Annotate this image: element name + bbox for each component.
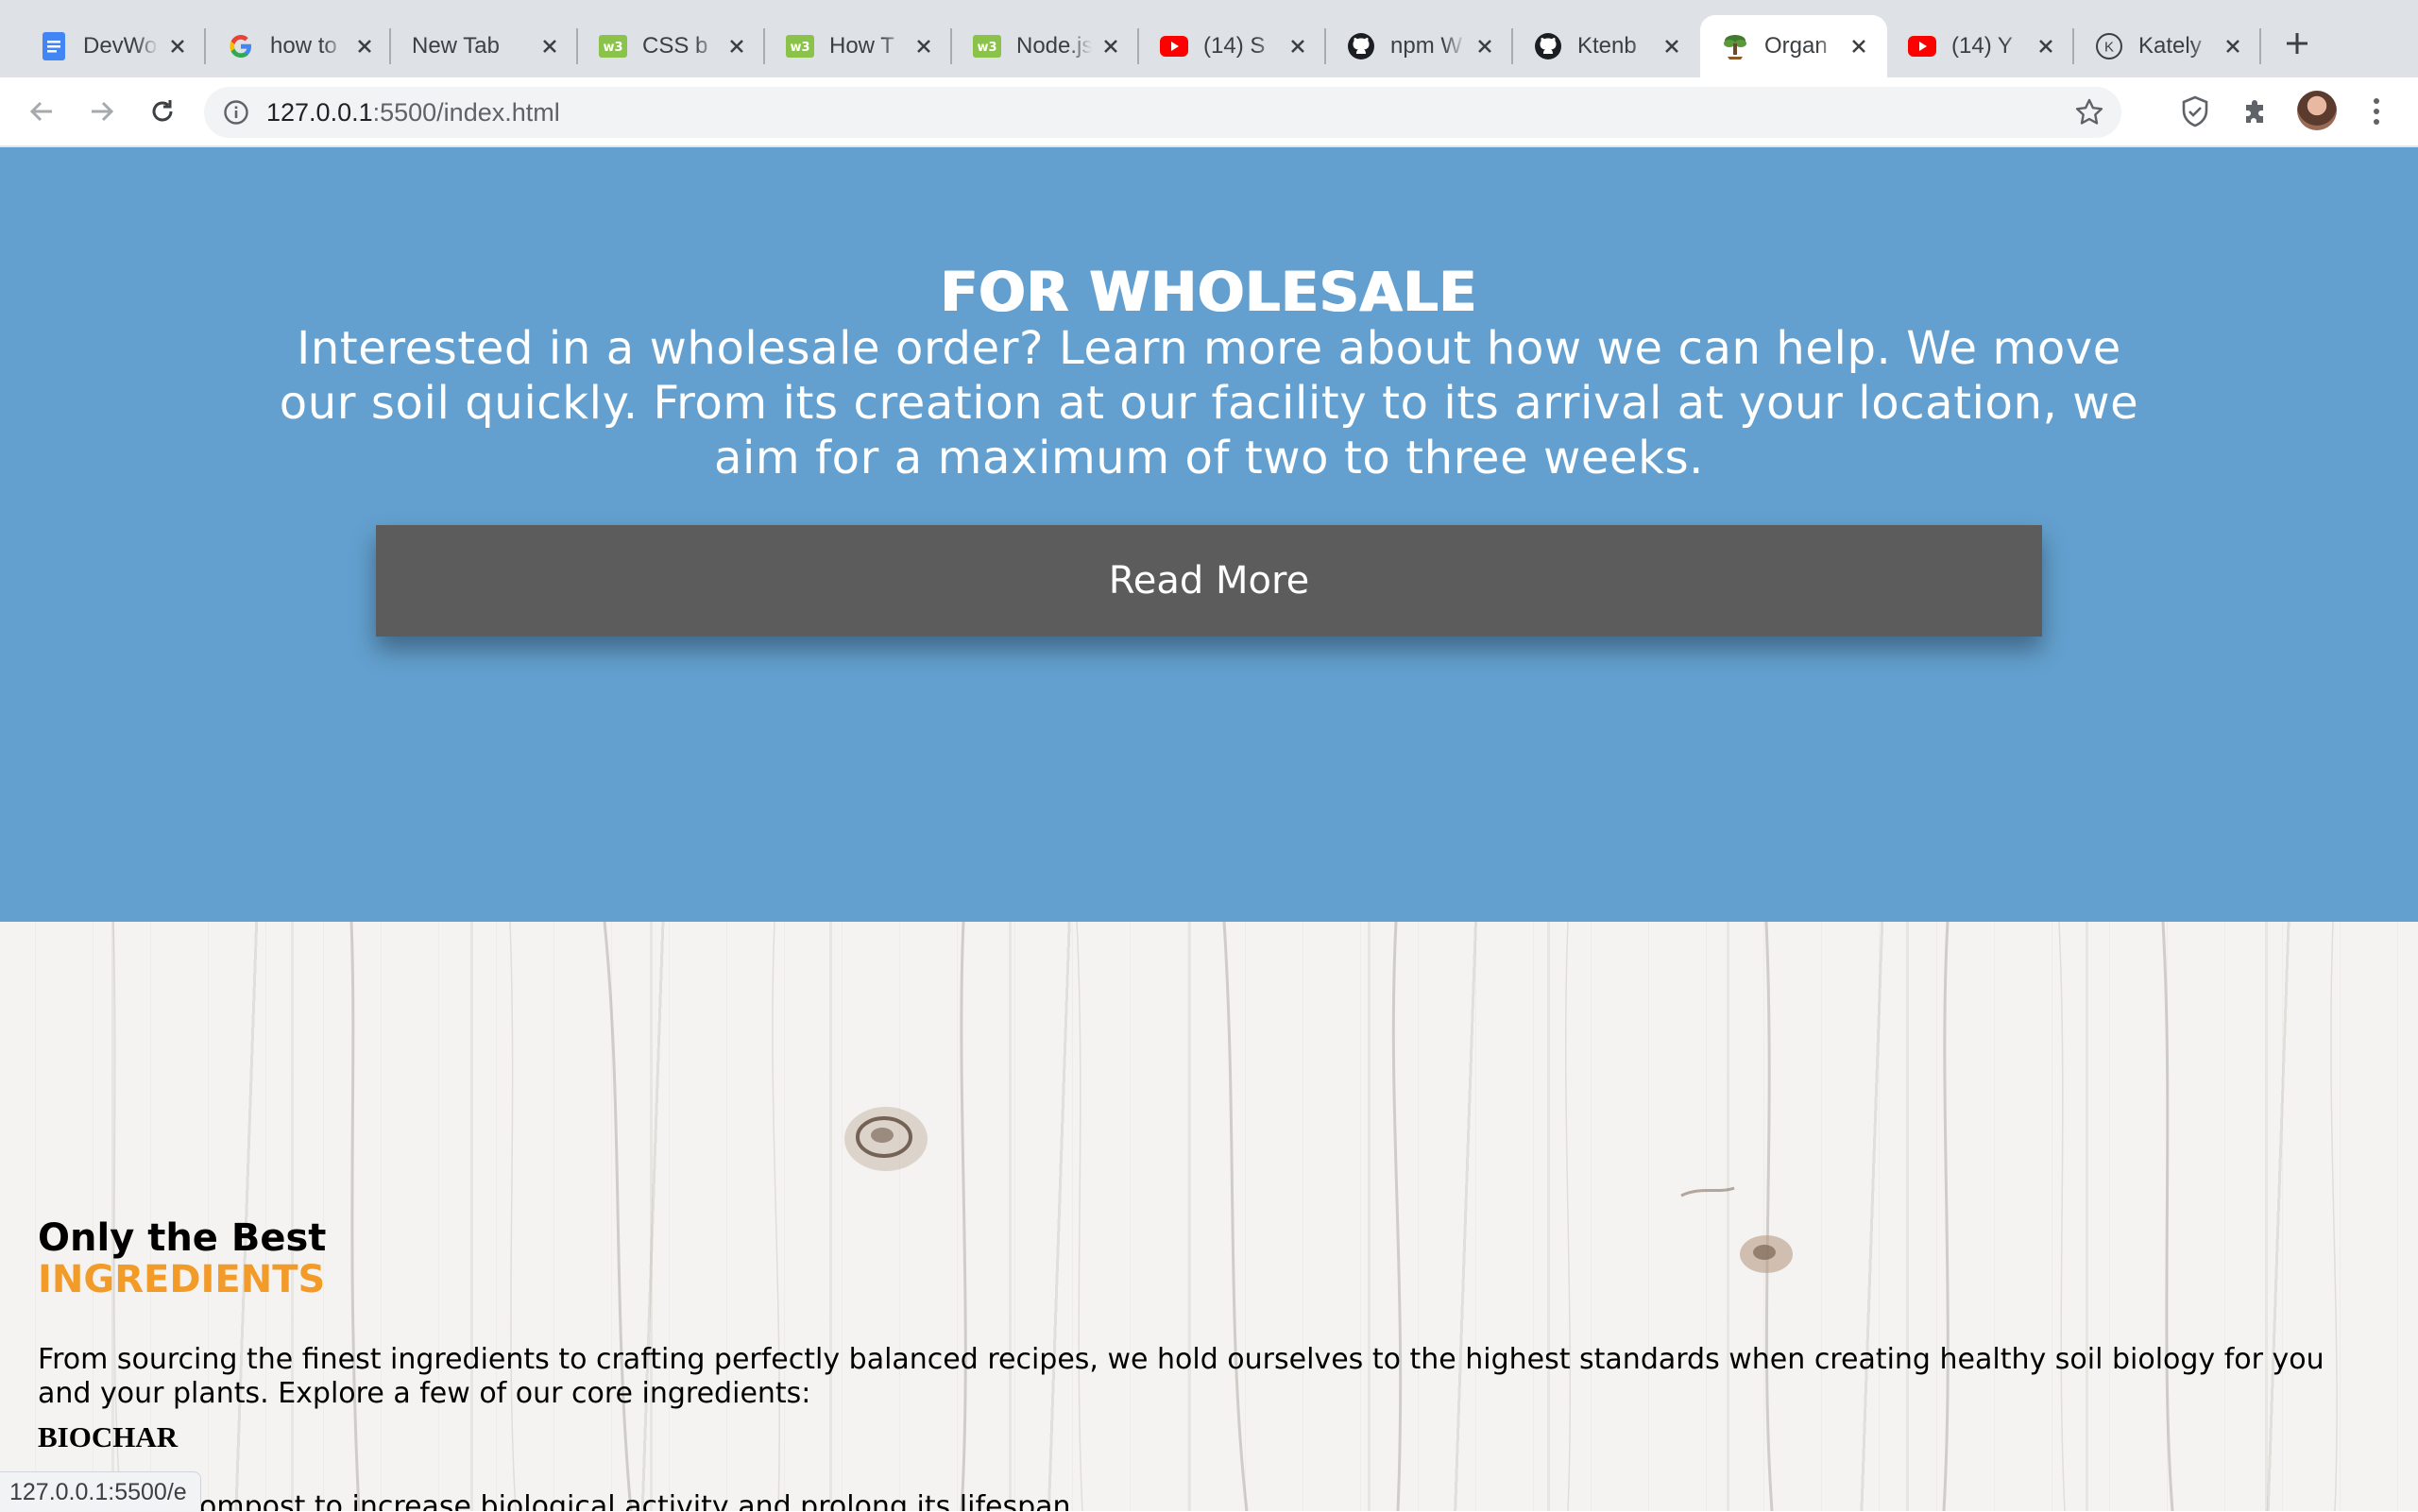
privacy-extension-button[interactable]: [2176, 93, 2214, 130]
tab-strip: DevWorld how to New Tab w3 CSS b w3 How …: [0, 0, 2418, 77]
url-path: :5500/index.html: [372, 98, 560, 127]
wood-knot-left: [844, 1107, 928, 1171]
arrow-left-icon: [29, 101, 52, 122]
tab-google-search[interactable]: how to: [206, 15, 393, 77]
tab-title: Ktenb: [1577, 33, 1637, 59]
tab-how-to[interactable]: w3 How T: [765, 15, 952, 77]
close-icon[interactable]: [1848, 35, 1870, 58]
close-icon[interactable]: [1660, 35, 1683, 58]
close-icon[interactable]: [353, 35, 376, 58]
tab-title: New Tab: [412, 33, 500, 59]
tab-css[interactable]: w3 CSS b: [578, 15, 765, 77]
tab-title: (14) S: [1203, 33, 1266, 59]
tab-npm[interactable]: npm W: [1326, 15, 1513, 77]
tab-kately[interactable]: K Kately: [2074, 15, 2261, 77]
close-icon[interactable]: [1473, 35, 1496, 58]
ingredient-name: BIOCHAR: [38, 1420, 179, 1453]
new-tab-button[interactable]: [2274, 21, 2320, 66]
tab-new-tab[interactable]: New Tab: [391, 15, 578, 77]
tab-github-ktenb[interactable]: Ktenb: [1513, 15, 1700, 77]
k-circle-icon: K: [2095, 32, 2123, 60]
url-text[interactable]: 127.0.0.1:5500/index.html: [266, 87, 560, 138]
tab-title: Node.js: [1016, 33, 1092, 59]
tab-title: Organ: [1764, 33, 1828, 59]
tab-nodejs[interactable]: w3 Node.js: [952, 15, 1139, 77]
youtube-icon: [1908, 32, 1936, 60]
svg-text:K: K: [2104, 40, 2114, 56]
wholesale-heading: FOR WHOLESALE: [940, 260, 1478, 324]
w3schools-icon: w3: [973, 32, 1001, 60]
tab-devworld[interactable]: DevWorld: [19, 15, 206, 77]
close-icon[interactable]: [538, 35, 561, 58]
kebab-menu-icon: [2374, 98, 2379, 125]
wholesale-section: FOR WHOLESALE Interested in a wholesale …: [0, 147, 2418, 922]
close-icon[interactable]: [2222, 35, 2244, 58]
shield-check-icon: [2182, 95, 2208, 127]
url-host: 127.0.0.1: [266, 98, 373, 127]
profile-avatar[interactable]: [2297, 91, 2337, 130]
tab-youtube-2[interactable]: (14) Y: [1887, 15, 2074, 77]
wood-texture-background: [112, 922, 2338, 1511]
arrow-right-icon: [92, 101, 114, 122]
address-bar[interactable]: 127.0.0.1:5500/index.html: [204, 87, 2121, 138]
github-icon: [1347, 32, 1375, 60]
ingredients-section: Only the Best INGREDIENTS From sourcing …: [0, 922, 2418, 1511]
docs-icon: [40, 32, 68, 60]
tab-title: DevWorld: [83, 33, 159, 59]
tab-youtube-1[interactable]: (14) S: [1139, 15, 1326, 77]
page-viewport: FOR WHOLESALE Interested in a wholesale …: [0, 147, 2418, 1511]
tab-title: CSS b: [642, 33, 708, 59]
close-icon[interactable]: [725, 35, 748, 58]
tab-title: Kately: [2138, 33, 2202, 59]
ingredients-title: Only the Best: [38, 1216, 327, 1260]
tab-organic-active[interactable]: Organ: [1700, 15, 1887, 77]
puzzle-icon: [2246, 100, 2263, 123]
forward-button[interactable]: [81, 91, 123, 132]
tab-separator: [2259, 28, 2261, 64]
browser-menu-button[interactable]: [2358, 93, 2395, 130]
extensions-button[interactable]: [2237, 93, 2274, 130]
status-url-bubble: 127.0.0.1:5500/e: [0, 1471, 201, 1512]
svg-text:w3: w3: [977, 41, 996, 55]
bookmark-star-icon[interactable]: [2074, 97, 2104, 127]
svg-text:w3: w3: [790, 41, 809, 55]
close-icon[interactable]: [166, 35, 189, 58]
close-icon[interactable]: [1099, 35, 1122, 58]
ingredients-description: From sourcing the finest ingredients to …: [38, 1343, 2324, 1410]
reload-button[interactable]: [142, 91, 183, 132]
youtube-icon: [1160, 32, 1188, 60]
tab-title: npm W: [1390, 33, 1463, 59]
read-more-button[interactable]: Read More: [376, 525, 2042, 637]
info-icon[interactable]: [223, 99, 249, 126]
plus-icon: [2287, 33, 2307, 54]
github-icon: [1534, 32, 1562, 60]
w3schools-icon: w3: [599, 32, 627, 60]
back-button[interactable]: [21, 91, 62, 132]
wood-knot-right: [1680, 1186, 1793, 1273]
tab-title: (14) Y: [1951, 33, 2013, 59]
tree-icon: [1721, 32, 1749, 60]
tab-title: How T: [829, 33, 894, 59]
close-icon[interactable]: [1286, 35, 1309, 58]
browser-toolbar: 127.0.0.1:5500/index.html: [0, 77, 2418, 147]
close-icon[interactable]: [2035, 35, 2057, 58]
ingredients-subtitle: INGREDIENTS: [38, 1258, 326, 1301]
reload-icon: [152, 100, 173, 122]
google-icon: [227, 32, 255, 60]
w3schools-icon: w3: [786, 32, 814, 60]
wholesale-description: Interested in a wholesale order? Learn m…: [279, 322, 2139, 484]
tab-title: how to: [270, 33, 337, 59]
close-icon[interactable]: [912, 35, 935, 58]
svg-text:w3: w3: [603, 41, 622, 55]
